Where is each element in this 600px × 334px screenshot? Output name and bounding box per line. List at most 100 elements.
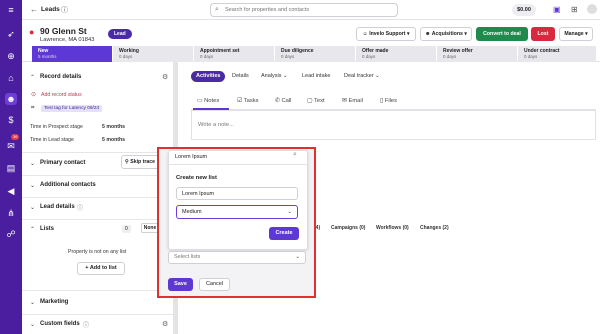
chat-icon[interactable]: ▣	[553, 5, 561, 14]
pipeline-stages: New 5 months Working 0 days Appointment …	[22, 46, 600, 62]
globe-icon[interactable]: ⊕	[5, 50, 17, 62]
inbox-icon[interactable]: ✉	[5, 140, 17, 152]
search-icon: ⌕	[215, 6, 219, 13]
tab-activities[interactable]: Activities	[191, 71, 226, 82]
apps-icon[interactable]: ⊞	[571, 5, 578, 14]
home-icon[interactable]: ⌂	[5, 72, 17, 84]
search-input[interactable]	[225, 4, 395, 16]
status-pill[interactable]: Lead	[108, 29, 132, 39]
primary-contact-heading[interactable]: Primary contact	[40, 160, 85, 166]
stage-new[interactable]: New 5 months	[32, 46, 112, 62]
add-record-status-link[interactable]: Add record status	[41, 92, 82, 98]
gear-icon[interactable]: ⚙	[162, 73, 168, 81]
acquisitions-dropdown[interactable]: ☻ Acquisitions ▾	[420, 27, 472, 41]
balance-badge[interactable]: $0.00	[512, 4, 536, 16]
workflows-count[interactable]: Workflows (0)	[376, 225, 409, 231]
create-new-list-heading: Create new list	[176, 175, 217, 181]
tab-lead-intake[interactable]: Lead intake	[302, 73, 330, 79]
tag-badge[interactable]: Test tag for Latency 09/24	[41, 105, 103, 112]
new-list-name-input[interactable]	[176, 187, 298, 200]
megaphone-icon[interactable]: ◀	[5, 185, 17, 197]
stage-days: 0 days	[119, 54, 133, 59]
tag-icon: ⌗	[31, 105, 35, 111]
chevron-down-icon[interactable]: ⌄	[30, 299, 35, 306]
manage-dropdown[interactable]: Manage ▾	[559, 27, 593, 41]
subtab-files[interactable]: ▯ Files	[380, 98, 397, 104]
subtab-notes[interactable]: ▭ Notes	[197, 98, 219, 104]
info-icon[interactable]: ⓘ	[61, 5, 68, 15]
create-list-button[interactable]: Create	[269, 227, 299, 240]
chevron-up-icon[interactable]: ⌃	[30, 74, 35, 81]
dollar-icon[interactable]: $	[5, 114, 17, 126]
lists-count-badge: 0	[122, 225, 131, 233]
custom-fields-heading[interactable]: Custom fields	[40, 321, 80, 327]
record-details-heading[interactable]: Record details	[40, 74, 81, 80]
chevron-down-icon[interactable]: ⌄	[30, 182, 35, 189]
contacts-icon[interactable]: ☻	[5, 93, 17, 105]
chevron-down-icon: ⌄	[373, 73, 380, 79]
select-lists-dropdown[interactable]: Select lists ⌄	[168, 251, 306, 264]
stage-under-contract[interactable]: Under contract 0 days	[518, 46, 596, 62]
avatar[interactable]	[587, 4, 597, 14]
changes-count[interactable]: Changes (2)	[420, 225, 449, 231]
lost-button[interactable]: Lost	[531, 27, 555, 41]
divider	[22, 152, 178, 153]
note-editor[interactable]: Write a note...	[191, 110, 596, 140]
tab-deal-tracker[interactable]: Deal tracker ⌄	[344, 73, 380, 79]
divider	[22, 290, 178, 291]
subtab-call[interactable]: ✆ Call	[275, 98, 291, 104]
rocket-icon[interactable]: ➶	[5, 28, 17, 40]
convert-to-deal-button[interactable]: Convert to deal	[476, 27, 528, 41]
subtab-text[interactable]: ▢ Text	[307, 98, 325, 104]
stage-days: 0 days	[443, 54, 457, 59]
divider	[22, 314, 178, 315]
address-line1: 90 Glenn St	[40, 26, 87, 36]
status-icon: ⊙	[31, 92, 37, 98]
list-icon[interactable]: ▤	[5, 162, 17, 174]
org-chart-icon[interactable]: ⋔	[5, 207, 17, 219]
priority-select[interactable]: Medium ⌄	[176, 205, 298, 219]
stage-appointment-set[interactable]: Appointment set 0 days	[194, 46, 274, 62]
team-icon[interactable]: ☍	[5, 228, 17, 240]
divider	[22, 197, 178, 198]
cancel-button[interactable]: Cancel	[199, 278, 230, 291]
chevron-down-icon[interactable]: ⌄	[30, 160, 35, 167]
chevron-down-icon[interactable]: ⌄	[30, 321, 35, 328]
menu-icon[interactable]: ≡	[5, 4, 17, 16]
chevron-down-icon: ⌄	[287, 209, 292, 215]
chevron-down-icon: ▾	[583, 31, 588, 37]
stage-working[interactable]: Working 0 days	[113, 46, 193, 62]
priority-value: Medium	[182, 209, 202, 215]
subtab-email[interactable]: ✉ Email	[342, 98, 363, 104]
list-search-input[interactable]	[170, 151, 306, 163]
stage-days: 0 days	[362, 54, 376, 59]
chevron-up-icon[interactable]: ⌃	[30, 226, 35, 233]
back-arrow-icon[interactable]: ←	[30, 5, 38, 14]
chevron-down-icon[interactable]: ⌄	[30, 204, 35, 211]
stage-offer-made[interactable]: Offer made 0 days	[356, 46, 436, 62]
save-button[interactable]: Save	[168, 278, 193, 291]
info-icon[interactable]: ⓘ	[83, 320, 89, 329]
gear-icon[interactable]: ⚙	[162, 320, 168, 328]
info-icon[interactable]: ⓘ	[77, 203, 83, 212]
select-lists-placeholder: Select lists	[174, 254, 201, 260]
address-line2: Lawrence, MA 01843	[40, 37, 95, 43]
assignee-dropdown[interactable]: ☺ Invelo Support ▾	[356, 27, 416, 41]
subtab-tasks[interactable]: ☑ Tasks	[237, 98, 259, 104]
global-search[interactable]: ⌕	[210, 3, 398, 17]
stage-review-offer[interactable]: Review offer 0 days	[437, 46, 517, 62]
stage-due-diligence[interactable]: Due diligence 0 days	[275, 46, 355, 62]
location-pin-icon: ●	[29, 27, 35, 37]
lists-heading[interactable]: Lists	[40, 226, 54, 232]
chevron-down-icon: ▾	[405, 31, 410, 37]
record-sidebar: ⌃ Record details ⚙ ⊙ Add record status ⌗…	[22, 62, 178, 334]
back-label[interactable]: Leads	[41, 6, 60, 13]
subtab-notes-label: Notes	[204, 98, 220, 104]
lead-details-heading[interactable]: Lead details	[40, 204, 75, 210]
additional-contacts-heading[interactable]: Additional contacts	[40, 182, 96, 188]
add-to-list-button[interactable]: + Add to list	[77, 262, 125, 275]
tab-analysis[interactable]: Analysis ⌄	[261, 73, 288, 79]
tab-details[interactable]: Details	[232, 73, 249, 79]
marketing-heading[interactable]: Marketing	[40, 299, 68, 305]
campaigns-count[interactable]: Campaigns (0)	[331, 225, 365, 231]
